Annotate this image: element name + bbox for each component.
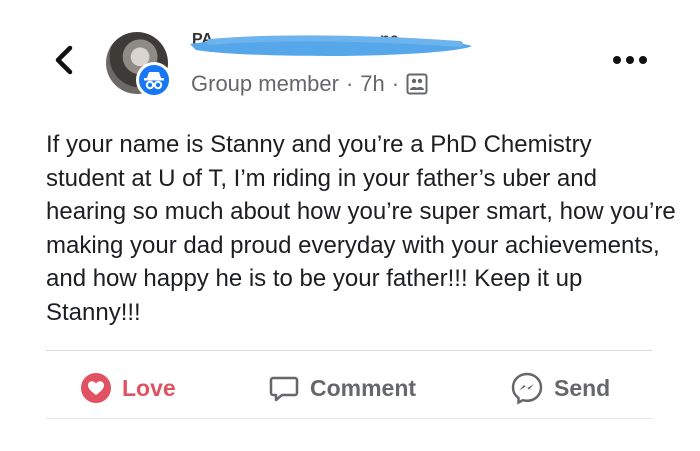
comment-label: Comment bbox=[310, 374, 417, 401]
comment-bubble-icon bbox=[269, 376, 299, 402]
group-members-icon bbox=[406, 73, 428, 95]
send-button[interactable]: Send bbox=[510, 366, 610, 410]
incognito-icon bbox=[144, 72, 164, 90]
post-header: PA ne Group member · 7h · bbox=[0, 0, 700, 110]
back-button[interactable] bbox=[48, 42, 80, 78]
post-meta: Group member · 7h · bbox=[191, 71, 428, 97]
divider bbox=[46, 350, 652, 351]
love-label: Love bbox=[122, 374, 176, 401]
messenger-icon bbox=[511, 372, 543, 405]
redaction-scribble: PA ne bbox=[190, 31, 472, 56]
more-dots-icon bbox=[613, 56, 647, 64]
separator-dot: · bbox=[391, 71, 400, 96]
role-label[interactable]: Group member bbox=[191, 71, 339, 97]
more-options-button[interactable] bbox=[612, 52, 648, 68]
anonymous-badge bbox=[136, 62, 172, 98]
bottom-divider bbox=[46, 418, 652, 419]
chevron-left-icon bbox=[55, 45, 73, 75]
separator-dot: · bbox=[345, 71, 354, 96]
heart-icon bbox=[81, 373, 111, 403]
send-label: Send bbox=[554, 374, 611, 401]
love-button[interactable]: Love bbox=[80, 366, 176, 410]
author-name-redacted[interactable]: PA ne bbox=[190, 30, 475, 62]
comment-button[interactable]: Comment bbox=[268, 366, 416, 410]
post-body-text: If your name is Stanny and you’re a PhD … bbox=[46, 131, 676, 326]
timestamp[interactable]: 7h bbox=[360, 71, 384, 97]
